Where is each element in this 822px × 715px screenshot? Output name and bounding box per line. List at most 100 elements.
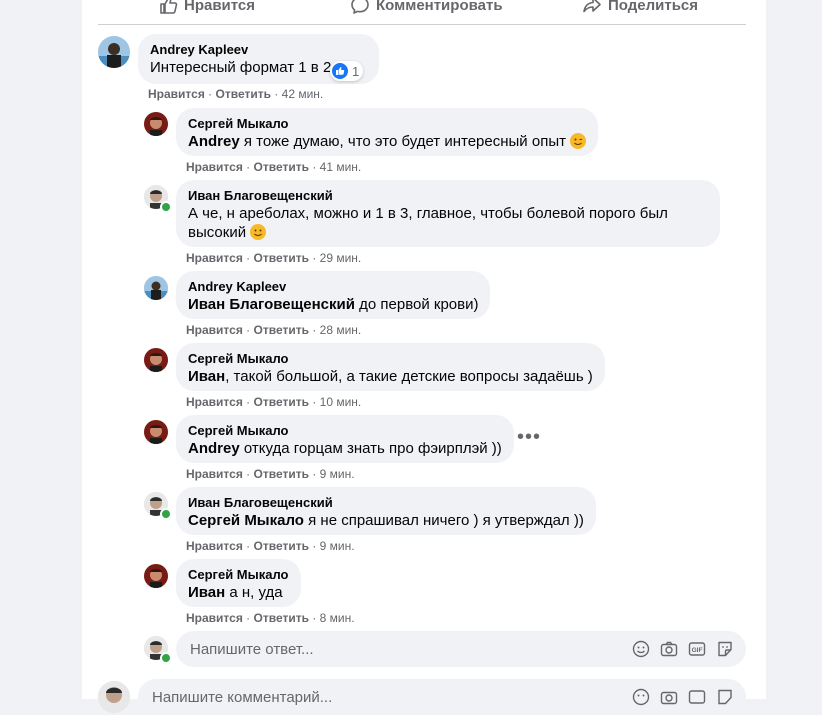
reply-like-link[interactable]: Нравится <box>186 251 243 265</box>
avatar-andrey-kapleev[interactable] <box>144 276 168 300</box>
reply-bubble: Сергей Мыкало Andrey я тоже думаю, что э… <box>176 108 599 156</box>
gif-icon[interactable] <box>688 688 706 706</box>
reply-author[interactable]: Иван Благовещенский <box>188 188 708 204</box>
reply-meta: Нравится · Ответить · 9 мин. <box>186 539 355 553</box>
reply-bubble: Иван Благовещенский Сергей Мыкало я не с… <box>176 487 596 535</box>
reply-bubble: Иван Благовещенский А че, н ареболах, мо… <box>176 180 720 247</box>
camera-icon[interactable] <box>660 640 678 658</box>
reply-time[interactable]: 10 мин. <box>320 395 362 409</box>
more-options-icon[interactable]: ••• <box>517 426 541 449</box>
reply-bubble: Сергей Мыкало Иван а н, уда <box>176 559 301 607</box>
reply-author[interactable]: Иван Благовещенский <box>188 495 584 511</box>
sticker-icon[interactable] <box>716 688 734 706</box>
comment-input-icons <box>632 688 734 706</box>
reply-author[interactable]: Сергей Мыкало <box>188 423 502 439</box>
comment-input[interactable] <box>150 687 632 707</box>
online-indicator <box>160 201 172 213</box>
reply-text: Иван Благовещенский до первой крови) <box>188 296 479 313</box>
emoji-icon[interactable] <box>632 688 650 706</box>
comment-reply-link[interactable]: Ответить <box>216 87 271 101</box>
reply-reply-link[interactable]: Ответить <box>254 395 309 409</box>
reply-meta: Нравится · Ответить · 8 мин. <box>186 611 355 625</box>
like-reaction-icon <box>332 63 348 79</box>
reply-time[interactable]: 29 мин. <box>320 251 362 265</box>
comment-input-box <box>138 679 746 715</box>
reply-author[interactable]: Andrey Kapleev <box>188 279 478 295</box>
comment-icon <box>351 0 369 14</box>
reply-time[interactable]: 9 мин. <box>320 539 355 553</box>
reply-time[interactable]: 8 мин. <box>320 611 355 625</box>
reply-reply-link[interactable]: Ответить <box>254 611 309 625</box>
reaction-count: 1 <box>352 63 360 79</box>
like-action-button[interactable]: Нравится <box>158 0 255 17</box>
thumbs-up-icon <box>160 0 178 14</box>
avatar-current-user <box>98 681 130 713</box>
reply-time[interactable]: 9 мин. <box>320 467 355 481</box>
reply-text: Сергей Мыкало я не спрашивал ничего ) я … <box>188 512 584 529</box>
reply-input[interactable] <box>188 639 632 659</box>
comment-meta: Нравится · Ответить · 42 мин. <box>148 86 323 102</box>
comment-action-button[interactable]: Комментировать <box>350 0 503 17</box>
online-indicator <box>160 652 172 664</box>
share-action-label: Поделиться <box>608 0 699 14</box>
reply-reply-link[interactable]: Ответить <box>254 323 309 337</box>
reply-like-link[interactable]: Нравится <box>186 539 243 553</box>
separator: · <box>208 87 213 101</box>
reply-text-cont: высокий <box>188 223 708 242</box>
reply-like-link[interactable]: Нравится <box>186 395 243 409</box>
reply-like-link[interactable]: Нравится <box>186 611 243 625</box>
reply-text: Andrey откуда горцам знать про фэирплэй … <box>188 440 502 457</box>
avatar-sergey[interactable] <box>144 420 168 444</box>
reply-time[interactable]: 41 мин. <box>320 160 362 174</box>
reply-meta: Нравится · Ответить · 10 мин. <box>186 395 362 409</box>
reply-like-link[interactable]: Нравится <box>186 160 243 174</box>
reply-reply-link[interactable]: Ответить <box>254 160 309 174</box>
mention[interactable]: Иван <box>188 368 225 385</box>
gif-icon[interactable]: GIF <box>688 640 706 658</box>
reply-author[interactable]: Сергей Мыкало <box>188 567 289 583</box>
sticker-icon[interactable] <box>716 640 734 658</box>
like-action-label: Нравится <box>184 0 256 14</box>
comment-like-link[interactable]: Нравится <box>148 87 205 101</box>
reply-meta: Нравится · Ответить · 9 мин. <box>186 467 355 481</box>
avatar-andrey-kapleev[interactable] <box>98 36 130 68</box>
avatar-sergey[interactable] <box>144 112 168 136</box>
reply-text: Иван, такой большой, а такие детские воп… <box>188 368 593 385</box>
reply-input-box: GIF <box>176 631 746 667</box>
comment-author[interactable]: Andrey Kapleev <box>150 42 367 58</box>
avatar-image <box>98 36 130 68</box>
reply-reply-link[interactable]: Ответить <box>254 251 309 265</box>
reply-like-link[interactable]: Нравится <box>186 467 243 481</box>
reply-reply-link[interactable]: Ответить <box>254 539 309 553</box>
reply-author[interactable]: Сергей Мыкало <box>188 351 593 367</box>
online-indicator <box>160 508 172 520</box>
mention[interactable]: Andrey <box>188 440 240 457</box>
wink-emoji-icon <box>570 133 587 149</box>
camera-icon[interactable] <box>660 688 678 706</box>
mention[interactable]: Иван <box>188 584 225 601</box>
emoji-icon[interactable] <box>632 640 650 658</box>
mention[interactable]: Andrey <box>188 133 240 150</box>
share-action-button[interactable]: Поделиться <box>582 0 698 17</box>
reply-reply-link[interactable]: Ответить <box>254 467 309 481</box>
separator: · <box>274 87 279 101</box>
reply-author[interactable]: Сергей Мыкало <box>188 116 586 132</box>
svg-text:GIF: GIF <box>692 647 703 654</box>
reply-text: Andrey я тоже думаю, что это будет интер… <box>188 132 587 151</box>
reply-input-icons: GIF <box>632 640 734 658</box>
comment-action-label: Комментировать <box>376 0 503 14</box>
comment-time[interactable]: 42 мин. <box>282 87 324 101</box>
reaction-counter[interactable]: 1 <box>330 61 364 81</box>
reply-meta: Нравится · Ответить · 29 мин. <box>186 251 362 265</box>
avatar-sergey[interactable] <box>144 564 168 588</box>
reply-bubble: Сергей Мыкало Andrey откуда горцам знать… <box>176 415 514 463</box>
mention[interactable]: Сергей Мыкало <box>188 512 304 529</box>
post-actions-bar: Нравится Комментировать Поделиться <box>98 0 746 25</box>
avatar-sergey[interactable] <box>144 348 168 372</box>
smile-emoji-icon <box>250 224 267 240</box>
reply-text: Иван а н, уда <box>188 584 283 601</box>
reply-time[interactable]: 28 мин. <box>320 323 362 337</box>
reply-meta: Нравится · Ответить · 41 мин. <box>186 160 362 174</box>
mention[interactable]: Иван Благовещенский <box>188 296 355 313</box>
reply-like-link[interactable]: Нравится <box>186 323 243 337</box>
